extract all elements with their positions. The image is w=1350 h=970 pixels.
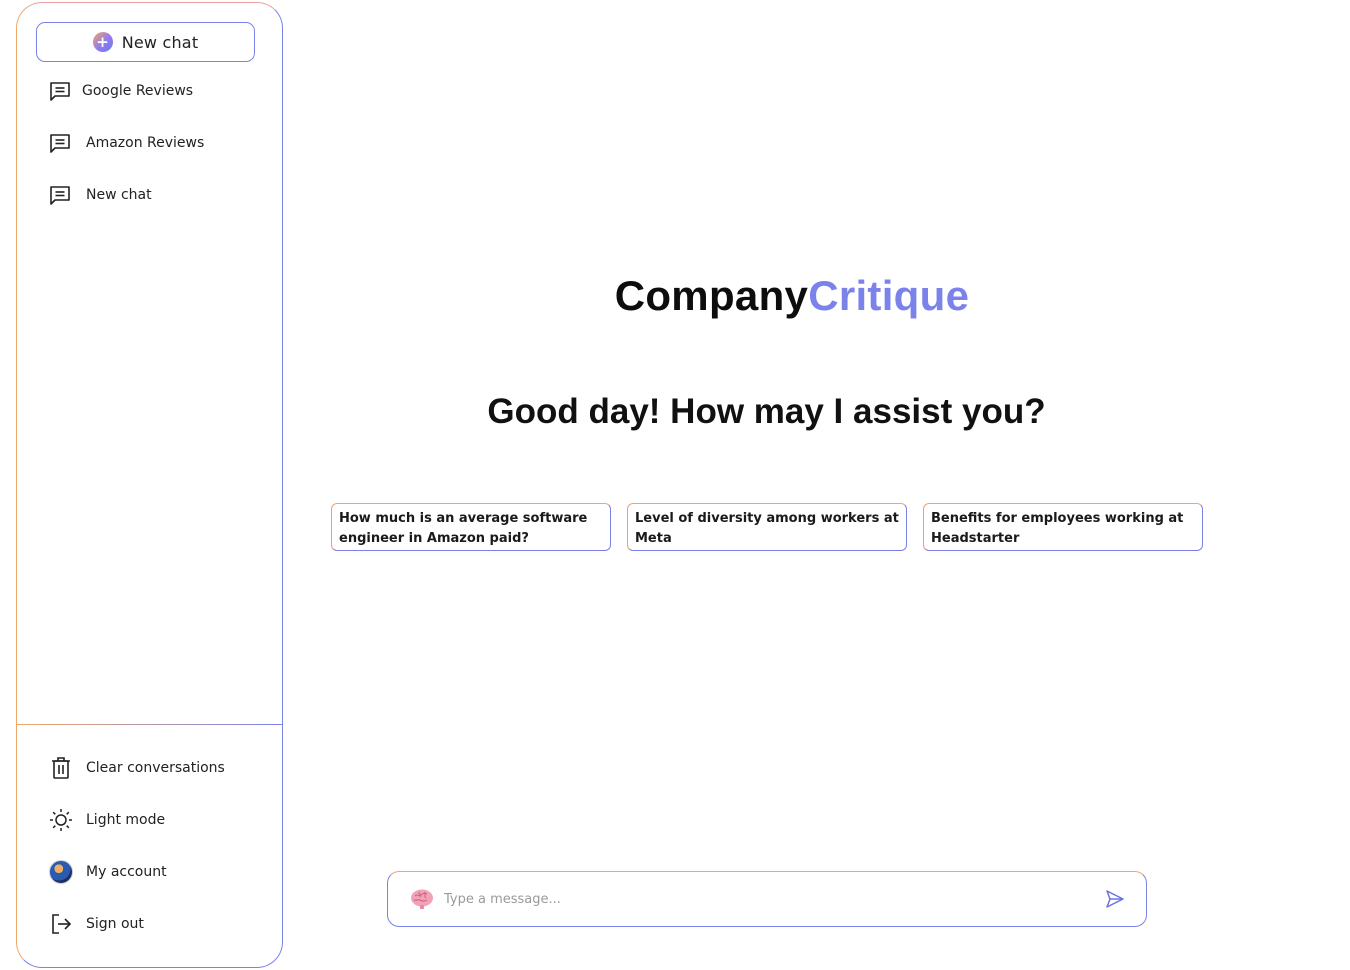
send-icon[interactable] [1104, 888, 1126, 910]
light-mode-toggle[interactable]: Light mode [49, 808, 165, 832]
bottom-item-label: Clear conversations [86, 760, 225, 776]
sign-out-button[interactable]: Sign out [49, 912, 144, 936]
chat-icon [49, 132, 71, 154]
sidebar-item-label: Google Reviews [82, 83, 194, 99]
suggestion-card[interactable]: How much is an average software engineer… [331, 503, 611, 551]
sidebar-divider [17, 724, 282, 725]
message-input[interactable] [444, 891, 1094, 907]
bottom-item-label: My account [86, 864, 167, 880]
clear-conversations-button[interactable]: Clear conversations [49, 756, 225, 780]
suggestion-card[interactable]: Benefits for employees working at Headst… [923, 503, 1203, 551]
sidebar-item-amazon-reviews[interactable]: Amazon Reviews [49, 132, 204, 154]
avatar [49, 860, 73, 884]
app-root: + New chat Google Reviews Amazon Reviews [0, 0, 1350, 970]
new-chat-button[interactable]: + New chat [36, 22, 255, 62]
sidebar: + New chat Google Reviews Amazon Reviews [16, 2, 283, 968]
message-composer [387, 871, 1147, 927]
sidebar-item-label: New chat [86, 187, 152, 203]
greeting-heading: Good day! How may I assist you? [487, 392, 1046, 431]
sign-out-icon [49, 912, 73, 936]
chat-icon [49, 80, 71, 102]
trash-icon [49, 756, 73, 780]
sidebar-item-google-reviews[interactable]: Google Reviews [49, 80, 193, 102]
chat-icon [49, 184, 71, 206]
sidebar-item-label: Amazon Reviews [86, 135, 205, 151]
brand-logo: CompanyCritique [0, 272, 1350, 320]
suggestion-card[interactable]: Level of diversity among workers at Meta [627, 503, 907, 551]
bottom-item-label: Sign out [86, 916, 144, 932]
sun-icon [49, 808, 73, 832]
brand-part-2: Critique [808, 272, 970, 319]
new-chat-label: New chat [121, 32, 199, 52]
plus-icon: + [92, 32, 113, 52]
brain-icon [410, 888, 434, 910]
sidebar-item-new-chat[interactable]: New chat [49, 184, 152, 206]
my-account-button[interactable]: My account [49, 860, 167, 884]
bottom-item-label: Light mode [86, 812, 166, 828]
brand-part-1: Company [614, 272, 809, 319]
